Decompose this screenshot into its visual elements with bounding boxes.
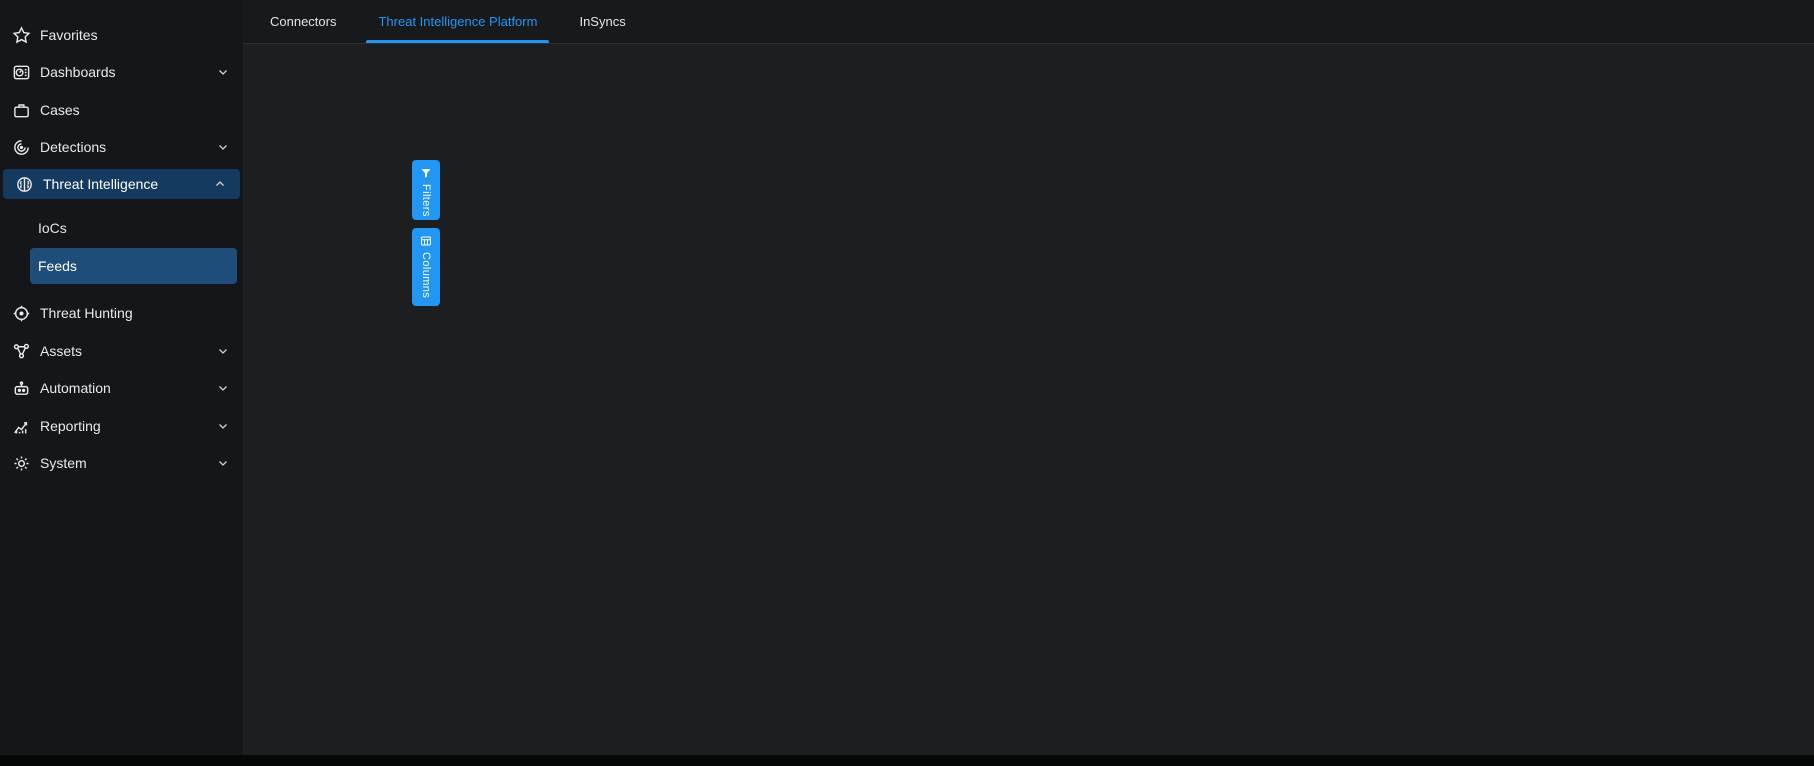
sidebar-item-detections[interactable]: Detections <box>0 132 243 162</box>
tab-bar: Connectors Threat Intelligence Platform In… <box>243 0 1814 44</box>
sidebar-subitem-iocs[interactable]: IoCs <box>30 210 237 246</box>
sidebar-item-label: Automation <box>40 380 111 396</box>
network-icon <box>11 341 31 361</box>
gear-icon <box>11 453 31 473</box>
chevron-down-icon <box>217 345 229 357</box>
sidebar-item-label: Threat Intelligence <box>43 176 158 192</box>
chevron-down-icon <box>217 457 229 469</box>
chevron-down-icon <box>217 66 229 78</box>
tab-insyncs[interactable]: InSyncs <box>573 0 631 43</box>
tab-threat-intelligence-platform[interactable]: Threat Intelligence Platform <box>372 0 543 43</box>
sidebar-item-label: Detections <box>40 139 106 155</box>
sidebar-item-threat-hunting[interactable]: Threat Hunting <box>0 298 243 328</box>
sidebar-item-automation[interactable]: Automation <box>0 373 243 403</box>
chevron-down-icon <box>217 382 229 394</box>
sidebar-subitem-feeds[interactable]: Feeds <box>30 248 237 284</box>
sidebar-item-favorites[interactable]: Favorites <box>0 20 243 50</box>
star-icon <box>11 25 31 45</box>
sidebar-item-label: Assets <box>40 343 82 359</box>
sidebar-item-threat-intelligence[interactable]: Threat Intelligence <box>3 169 240 199</box>
robot-icon <box>11 378 31 398</box>
brain-icon <box>14 174 34 194</box>
chart-icon <box>11 416 31 436</box>
filters-rail-label: Filters <box>420 184 432 217</box>
sidebar-subitem-label: Feeds <box>38 258 77 274</box>
sidebar-item-label: Favorites <box>40 27 98 43</box>
columns-rail-button[interactable]: Columns <box>412 228 440 306</box>
funnel-icon <box>420 167 432 179</box>
chevron-down-icon <box>217 141 229 153</box>
sidebar-item-label: Dashboards <box>40 64 116 80</box>
app-window: Favorites Dashboards Cases Detections Threat… <box>0 0 1814 766</box>
sidebar-item-label: System <box>40 455 87 471</box>
detections-icon <box>11 137 31 157</box>
filters-rail-button[interactable]: Filters <box>412 160 440 220</box>
sidebar-item-label: Threat Hunting <box>40 305 133 321</box>
bottom-edge <box>0 755 1814 766</box>
sidebar-subitem-label: IoCs <box>38 220 67 236</box>
content-area <box>243 44 1814 766</box>
sidebar-item-system[interactable]: System <box>0 448 243 478</box>
chevron-down-icon <box>217 420 229 432</box>
sidebar-item-dashboards[interactable]: Dashboards <box>0 57 243 87</box>
sidebar-item-label: Reporting <box>40 418 101 434</box>
sidebar-item-cases[interactable]: Cases <box>0 95 243 125</box>
dashboard-icon <box>11 62 31 82</box>
main-sidebar: Favorites Dashboards Cases Detections Threat… <box>0 0 243 766</box>
sidebar-item-assets[interactable]: Assets <box>0 336 243 366</box>
columns-rail-label: Columns <box>420 252 432 298</box>
chevron-up-icon <box>214 178 226 190</box>
sidebar-item-reporting[interactable]: Reporting <box>0 411 243 441</box>
crosshair-icon <box>11 303 31 323</box>
tab-connectors[interactable]: Connectors <box>264 0 342 43</box>
sidebar-item-label: Cases <box>40 102 80 118</box>
table-grid-icon <box>420 235 432 247</box>
briefcase-icon <box>11 100 31 120</box>
